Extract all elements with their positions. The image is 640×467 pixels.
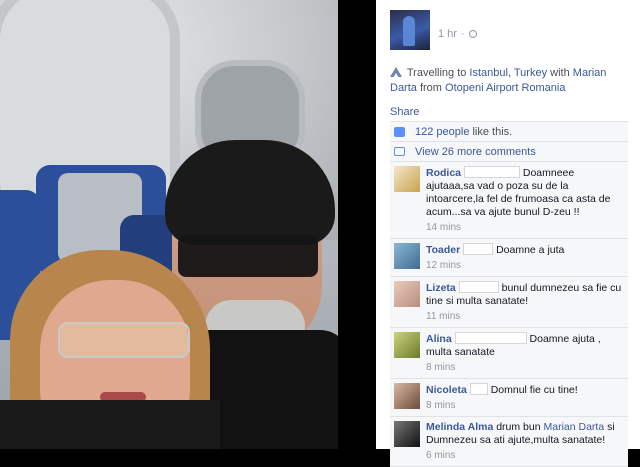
airplane-icon <box>390 67 402 77</box>
photo-viewer: 1 hr · Travelling to Istanbul, Turkey wi… <box>0 0 640 467</box>
comment-bubble-icon <box>394 147 405 156</box>
post-time[interactable]: 1 hr <box>438 28 457 40</box>
comment-time[interactable]: 11 mins <box>426 310 624 323</box>
commenter-avatar[interactable] <box>394 383 420 409</box>
commenter-name[interactable]: Toader <box>426 244 460 256</box>
share-link[interactable]: Share <box>390 106 419 118</box>
comment-text: Doamne a juta <box>496 244 565 256</box>
view-more-comments-row[interactable]: View 26 more comments <box>390 142 628 162</box>
comment-text: bunul dumnezeu sa fie cu tine si multa s… <box>426 282 622 307</box>
commenter-avatar[interactable] <box>394 281 420 307</box>
black-hat <box>165 140 335 245</box>
commenter-name[interactable]: Alina <box>426 333 452 345</box>
comment-time[interactable]: 8 mins <box>426 361 624 374</box>
commenter-name[interactable]: Lizeta <box>426 282 456 294</box>
commenter-name[interactable]: Melinda Alma <box>426 421 493 433</box>
post-meta: 1 hr · <box>438 28 477 40</box>
redaction-box <box>454 332 527 344</box>
link-origin-airport[interactable]: Otopeni Airport Romania <box>445 82 565 94</box>
comment-item: Melinda Alma drum bun Marian Darta si Du… <box>390 417 628 467</box>
redaction-box <box>469 383 488 395</box>
selfie-photo[interactable] <box>0 0 338 449</box>
travel-status: Travelling to Istanbul, Turkey with Mari… <box>390 67 607 94</box>
woman-coat <box>0 400 220 449</box>
comment-time[interactable]: 12 mins <box>426 259 624 272</box>
redaction-box <box>463 166 520 178</box>
post-header: 1 hr · <box>390 10 477 50</box>
comment-item: Nicoleta Domnul fie cu tine! 8 mins <box>390 379 628 417</box>
comment-item: Alina Doamne ajuta , multa sanatate 8 mi… <box>390 328 628 379</box>
dark-sunglasses <box>178 235 318 277</box>
commenter-name[interactable]: Rodica <box>426 167 461 179</box>
redaction-box <box>463 243 494 255</box>
view-more-comments-link[interactable]: View 26 more comments <box>415 146 536 158</box>
likes-suffix: like this. <box>472 125 513 138</box>
author-avatar[interactable] <box>390 10 430 50</box>
commenter-avatar[interactable] <box>394 243 420 269</box>
commenter-name[interactable]: Nicoleta <box>426 384 467 396</box>
comment-item: Toader Doamne a juta 12 mins <box>390 239 628 277</box>
commenter-avatar[interactable] <box>394 166 420 192</box>
commenter-avatar[interactable] <box>394 421 420 447</box>
likes-row: 122 people like this. <box>390 122 628 142</box>
link-istanbul[interactable]: Istanbul <box>469 67 508 79</box>
redaction-box <box>458 281 499 293</box>
woman-glasses <box>58 322 190 358</box>
comment-text: drum bun <box>496 421 544 433</box>
comment-time[interactable]: 8 mins <box>426 399 624 412</box>
post-sidebar: 1 hr · Travelling to Istanbul, Turkey wi… <box>376 0 640 467</box>
comment-text: Domnul fie cu tine! <box>490 384 578 396</box>
globe-icon[interactable] <box>468 30 477 38</box>
comment-time[interactable]: 14 mins <box>426 221 624 234</box>
likes-count-link[interactable]: 122 people <box>415 126 469 138</box>
link-turkey[interactable]: Turkey <box>514 67 547 79</box>
thumbs-up-icon <box>394 126 405 137</box>
comment-time[interactable]: 6 mins <box>426 449 624 462</box>
comment-item: Lizeta bunul dumnezeu sa fie cu tine si … <box>390 277 628 328</box>
comment-item: Rodica Doamneee ajutaaa,sa vad o poza su… <box>390 162 628 239</box>
feedback-box: 122 people like this. View 26 more comme… <box>390 121 628 467</box>
tagged-person-link[interactable]: Marian Darta <box>544 421 605 433</box>
commenter-avatar[interactable] <box>394 332 420 358</box>
